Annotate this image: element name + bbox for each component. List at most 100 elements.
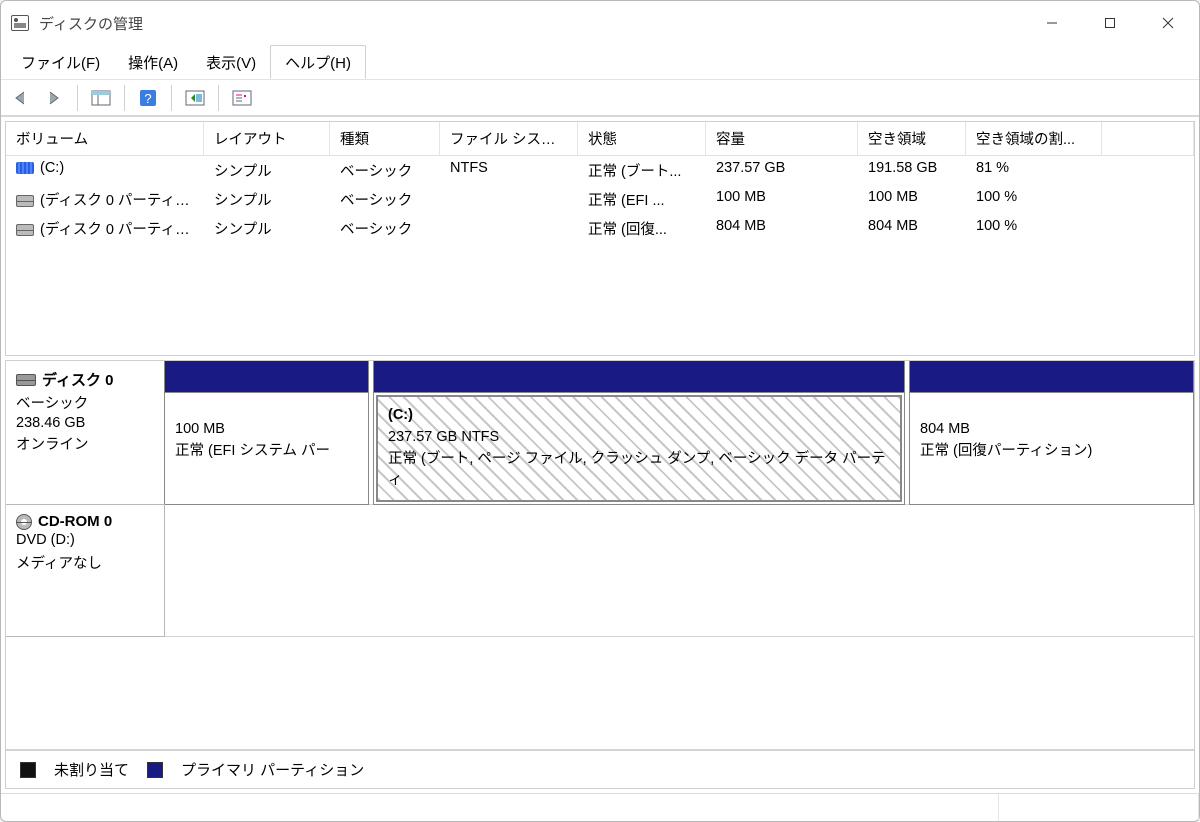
volume-layout: シンプル [204,158,330,183]
toolbar-separator [77,85,78,111]
legend-swatch-unallocated [20,762,36,778]
partition-header-bar [374,361,904,393]
volume-type: ベーシック [330,216,440,241]
volume-free: 100 MB [858,187,966,212]
properties-button[interactable] [229,85,255,111]
volume-fs [440,187,578,212]
partition[interactable]: 100 MB正常 (EFI システム パー [164,361,369,505]
toolbar-separator [218,85,219,111]
volume-name: (ディスク 0 パーティシ... [40,193,202,209]
volume-icon [16,224,34,236]
menubar: ファイル(F) 操作(A) 表示(V) ヘルプ(H) [1,45,1199,79]
legend-unallocated-label: 未割り当て [54,759,129,780]
volume-layout: シンプル [204,216,330,241]
volume-name: (C:) [40,160,64,176]
volume-header-row: ボリューム レイアウト 種類 ファイル システム 状態 容量 空き領域 空き領域… [6,122,1194,156]
window: ディスクの管理 ファイル(F) 操作(A) 表示(V) ヘルプ(H) ? ボリュ… [0,0,1200,822]
volume-free-pct: 100 % [966,187,1102,212]
help-button[interactable]: ? [135,85,161,111]
back-button[interactable] [9,85,35,111]
col-free[interactable]: 空き領域 [858,122,966,155]
partition[interactable]: (C:)237.57 GB NTFS正常 (ブート, ページ ファイル, クラッ… [373,361,905,505]
partition-header-bar [910,361,1193,393]
svg-text:?: ? [144,91,151,106]
partition-status: 正常 (EFI システム パー [175,441,358,463]
status-cell [1,794,999,821]
volume-fs: NTFS [440,158,578,183]
col-status[interactable]: 状態 [578,122,706,155]
window-title: ディスクの管理 [39,13,143,34]
disk-icon [16,374,36,386]
volume-capacity: 100 MB [706,187,858,212]
partition-size: 804 MB [920,419,1183,441]
volume-row[interactable]: (ディスク 0 パーティシ...シンプルベーシック正常 (EFI ...100 … [6,185,1194,214]
toolbar-separator [124,85,125,111]
disk-title: CD-ROM 0 [38,513,112,530]
partition-container: 100 MB正常 (EFI システム パー(C:)237.57 GB NTFS正… [164,361,1194,504]
col-volume[interactable]: ボリューム [6,122,204,155]
toolbar-separator [171,85,172,111]
volume-free-pct: 81 % [966,158,1102,183]
cd-icon [16,514,32,530]
col-free-pct[interactable]: 空き領域の割... [966,122,1102,155]
disk-info[interactable]: ディスク 0ベーシック 238.46 GB オンライン [6,361,165,505]
disk-row: CD-ROM 0 DVD (D:) メディアなし [6,505,1194,637]
partition-title: (C:) [388,405,890,427]
volume-type: ベーシック [330,158,440,183]
col-spacer [1102,122,1194,155]
disk-info-line: DVD (D:) [16,532,75,548]
menu-file[interactable]: ファイル(F) [7,45,114,79]
partition[interactable]: 804 MB正常 (回復パーティション) [909,361,1194,505]
disk-title: ディスク 0 [42,369,113,390]
volume-status: 正常 (回復... [578,216,706,241]
close-button[interactable] [1139,3,1197,43]
refresh-button[interactable] [182,85,208,111]
volume-fs [440,216,578,241]
volume-icon [16,162,34,174]
volume-list: ボリューム レイアウト 種類 ファイル システム 状態 容量 空き領域 空き領域… [5,121,1195,356]
menu-view[interactable]: 表示(V) [192,45,270,79]
status-cell [999,794,1199,821]
volume-free: 804 MB [858,216,966,241]
titlebar[interactable]: ディスクの管理 [1,1,1199,45]
volume-free-pct: 100 % [966,216,1102,241]
volume-capacity: 237.57 GB [706,158,858,183]
disk-info-line: 238.46 GB [16,415,85,431]
volume-type: ベーシック [330,187,440,212]
col-capacity[interactable]: 容量 [706,122,858,155]
disk-info-line: ベーシック [16,392,88,413]
panel-toggle-button[interactable] [88,85,114,111]
forward-button[interactable] [41,85,67,111]
menu-help[interactable]: ヘルプ(H) [270,45,366,79]
partition-container [164,505,1194,636]
volume-name: (ディスク 0 パーティシ... [40,222,202,238]
partition-status: 正常 (回復パーティション) [920,441,1183,463]
volume-row[interactable]: (ディスク 0 パーティシ...シンプルベーシック 正常 (回復... 804 MB… [6,214,1194,243]
maximize-button[interactable] [1081,3,1139,43]
legend-swatch-primary [147,762,163,778]
volume-status: 正常 (EFI ... [578,187,706,212]
col-type[interactable]: 種類 [330,122,440,155]
col-filesystem[interactable]: ファイル システム [440,122,578,155]
disk-info-line: オンライン [16,433,89,454]
minimize-button[interactable] [1023,3,1081,43]
legend: 未割り当て プライマリ パーティション [6,749,1194,788]
volume-icon [16,195,34,207]
status-bar [1,793,1199,821]
partition-size: 100 MB [175,419,358,441]
partition-status: 正常 (ブート, ページ ファイル, クラッシュ ダンプ, ベーシック データ … [388,449,890,493]
disk-row: ディスク 0ベーシック 238.46 GB オンライン 100 MB正常 (EFI シ… [6,361,1194,505]
disk-info-line: メディアなし [16,552,102,573]
toolbar: ? [1,79,1199,117]
partition-size: 237.57 GB NTFS [388,427,890,449]
disk-graphical-panel: ディスク 0ベーシック 238.46 GB オンライン 100 MB正常 (EFI シ… [5,360,1195,789]
volume-row[interactable]: (C:) シンプルベーシックNTFS正常 (ブート...237.57 GB191.… [6,156,1194,185]
volume-free: 191.58 GB [858,158,966,183]
volume-layout: シンプル [204,187,330,212]
volume-status: 正常 (ブート... [578,158,706,183]
col-layout[interactable]: レイアウト [204,122,330,155]
disk-info[interactable]: CD-ROM 0 DVD (D:) メディアなし [6,504,165,637]
app-icon [11,15,29,31]
menu-action[interactable]: 操作(A) [114,45,192,79]
partition-header-bar [165,361,368,393]
